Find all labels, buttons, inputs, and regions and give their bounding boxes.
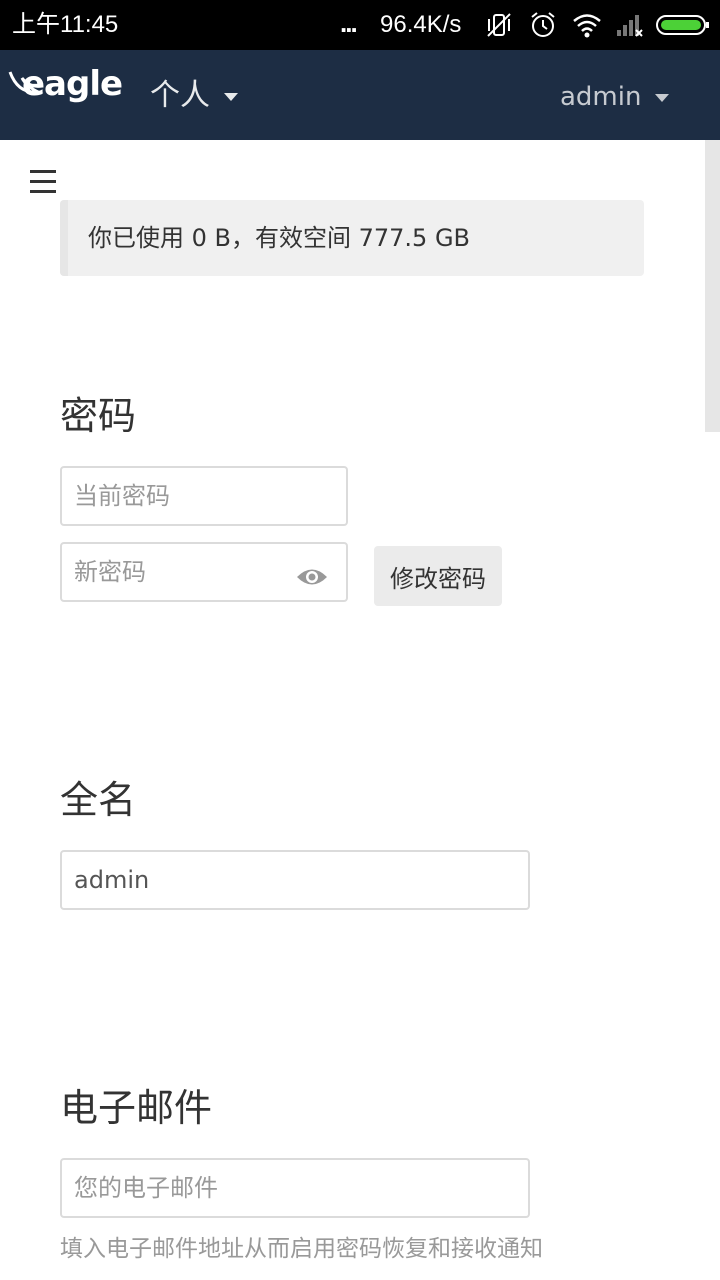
- alarm-icon: [531, 12, 555, 37]
- user-menu-label: admin: [560, 82, 642, 112]
- quota-usage-bar: [60, 200, 68, 276]
- fullname-section-title: 全名: [60, 778, 137, 822]
- chevron-down-icon: [224, 92, 238, 101]
- battery-icon: [656, 15, 709, 35]
- current-password-input[interactable]: [60, 466, 348, 526]
- wifi-icon: [573, 14, 601, 38]
- email-input[interactable]: [60, 1158, 530, 1218]
- show-password-eye-icon[interactable]: [296, 566, 328, 588]
- network-speed: 96.4K/s: [380, 11, 462, 38]
- email-section-title: 电子邮件: [60, 1086, 213, 1130]
- top-navbar: eagle 个人 admin: [0, 50, 720, 140]
- password-section-title: 密码: [60, 394, 137, 438]
- app-switcher[interactable]: 个人: [150, 78, 238, 114]
- status-bar: 上午11:45 ... 96.4K/s: [0, 0, 720, 50]
- vibrate-off-icon: [487, 13, 511, 37]
- app-switcher-label: 个人: [150, 78, 210, 113]
- signal-icon: [617, 15, 643, 37]
- hamburger-menu-icon[interactable]: [30, 170, 56, 196]
- status-time: 上午11:45: [12, 11, 119, 38]
- email-hint-text: 填入电子邮件地址从而启用密码恢复和接收通知: [60, 1236, 543, 1262]
- change-password-button[interactable]: 修改密码: [374, 546, 502, 606]
- fullname-input[interactable]: [60, 850, 530, 910]
- status-dots: ...: [340, 8, 358, 38]
- user-menu[interactable]: admin: [560, 80, 670, 114]
- quota-text: 你已使用 0 B，有效空间 777.5 GB: [88, 224, 471, 252]
- logo-text: eagle: [22, 64, 123, 104]
- chevron-down-icon: [655, 93, 670, 102]
- storage-quota-box: 你已使用 0 B，有效空间 777.5 GB: [60, 200, 644, 276]
- scrollbar[interactable]: [705, 140, 720, 432]
